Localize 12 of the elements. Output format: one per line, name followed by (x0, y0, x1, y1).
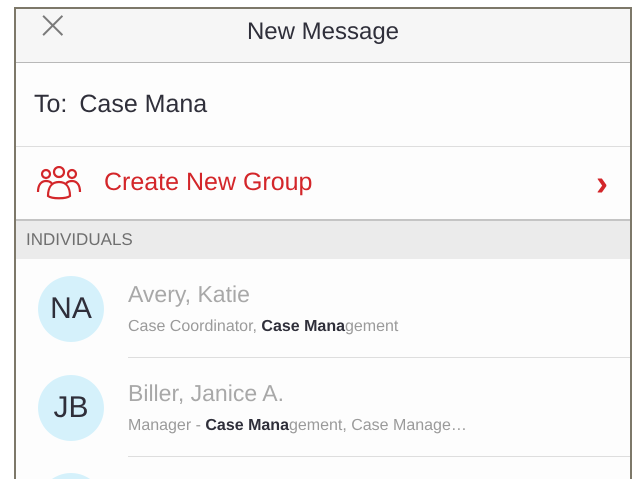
contact-role: Manager - Case Management, Case Manage… (128, 416, 468, 436)
contact-name[interactable]: Biller, Janice A. (128, 376, 630, 410)
create-group-label: Create New Group (104, 167, 314, 198)
contact-role: Case Coordinator, Case Management (128, 317, 400, 338)
recipient-input-field[interactable]: Case Mana (79, 86, 480, 124)
window-title: New Message (246, 17, 400, 47)
section-title: INDIVIDUALS (26, 229, 133, 252)
close-button[interactable]: × (36, 9, 70, 47)
chevron-icon: › (596, 165, 608, 201)
to-label: To: (34, 88, 68, 120)
group-icon (36, 166, 82, 200)
contact-name[interactable]: Avery, Katie (128, 276, 630, 312)
